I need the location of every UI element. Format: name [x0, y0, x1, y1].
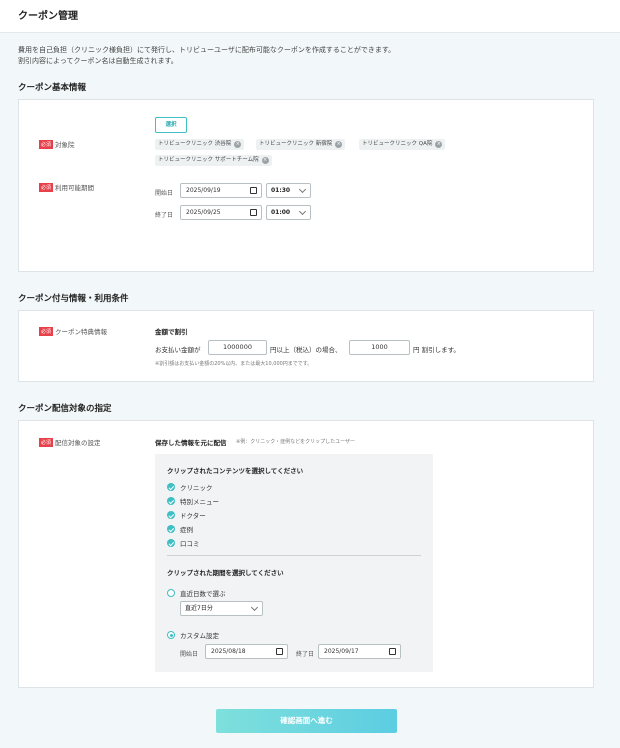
clip-settings-panel: クリップされたコンテンツを選択してください クリニック 特別メニュー ドクター …: [155, 454, 433, 672]
start-time-select[interactable]: 01:30: [266, 183, 311, 198]
custom-start-date-input[interactable]: 2025/08/18: [205, 644, 288, 659]
discount-amount-input[interactable]: 1000: [349, 340, 410, 355]
period-label: 必須 利用可能期間: [39, 183, 95, 192]
discount-type: 金額で割引: [155, 328, 188, 336]
required-badge: 必須: [39, 140, 54, 149]
content-option-case[interactable]: 症例: [180, 524, 193, 534]
check-icon[interactable]: [167, 483, 175, 491]
chevron-down-icon: [298, 185, 307, 194]
recent-label[interactable]: 直近日数で選ぶ: [180, 588, 226, 598]
check-icon[interactable]: [167, 511, 175, 519]
remove-tag-icon[interactable]: ×: [261, 157, 269, 164]
clinic-tag-qa: トリビュークリニック QA院 ×: [359, 139, 446, 150]
custom-end-date-input[interactable]: 2025/09/17: [318, 644, 401, 659]
calendar-icon: [276, 648, 283, 655]
basic-info-card: 必須 対象院 選択 トリビュークリニック 渋谷院 × トリビュークリニック 新宿院 ×…: [18, 99, 594, 272]
content-option-clinic[interactable]: クリニック: [180, 482, 213, 492]
divider: [167, 555, 421, 556]
end-time-select[interactable]: 01:00: [266, 205, 311, 220]
check-icon[interactable]: [167, 525, 175, 533]
description-line-2: 割引内容によってクーポン名は自動生成されます。: [18, 57, 178, 65]
calendar-icon: [250, 187, 257, 194]
amount-text-middle: 円以上（税込）の場合、: [270, 346, 342, 354]
chevron-down-icon: [298, 207, 307, 216]
basic-section-title: クーポン基本情報: [18, 83, 87, 93]
custom-end-label: 終了日: [296, 651, 315, 658]
period-heading: クリップされた期間を選択してください: [167, 569, 284, 577]
page-header: クーポン管理: [0, 0, 620, 33]
remove-tag-icon[interactable]: ×: [234, 141, 242, 148]
target-heading-note: ※例：クリニック・症例などをクリップしたユーザー: [236, 439, 355, 445]
start-date-label: 開始日: [155, 190, 174, 197]
benefit-card: 必須 クーポン特典情報 金額で割引 お支払い金額が 1000000 円以上（税込）…: [18, 310, 594, 382]
custom-label[interactable]: カスタム設定: [180, 630, 219, 640]
calendar-icon: [389, 648, 396, 655]
confirm-button[interactable]: 確認画面へ進む: [216, 709, 397, 733]
end-date-label: 終了日: [155, 212, 174, 219]
content-option-review[interactable]: 口コミ: [180, 538, 200, 548]
chevron-down-icon: [250, 603, 259, 612]
check-icon[interactable]: [167, 539, 175, 547]
contents-heading: クリップされたコンテンツを選択してください: [167, 467, 304, 475]
radio-recent[interactable]: [167, 589, 175, 597]
select-clinic-button[interactable]: 選択: [155, 117, 187, 133]
remove-tag-icon[interactable]: ×: [435, 141, 443, 148]
minimum-amount-input[interactable]: 1000000: [208, 340, 267, 355]
calendar-icon: [250, 209, 257, 216]
benefit-section-title: クーポン付与情報・利用条件: [18, 294, 129, 304]
custom-start-label: 開始日: [180, 651, 199, 658]
clinic-tag-support: トリビュークリニック サポートチーム院 ×: [155, 155, 272, 166]
remove-tag-icon[interactable]: ×: [335, 141, 343, 148]
recent-days-select[interactable]: 直近7日分: [180, 601, 263, 616]
end-date-input[interactable]: 2025/09/25: [180, 205, 262, 220]
content-option-doctor[interactable]: ドクター: [180, 510, 206, 520]
content-option-menu[interactable]: 特別メニュー: [180, 496, 219, 506]
radio-custom[interactable]: [167, 631, 175, 639]
description-line-1: 費用を自己負担（クリニック様負担）にて発行し、トリビューユーザに配布可能なクーポ…: [18, 46, 396, 54]
discount-note: ※割引額はお支払い金額の20%以内、または最大10,000円までです。: [155, 361, 313, 367]
target-card: 必須 配信対象の設定 保存した情報を元に配信 ※例：クリニック・症例などをクリップ…: [18, 420, 594, 688]
clinic-tag-shinjuku: トリビュークリニック 新宿院 ×: [256, 139, 346, 150]
benefit-label: 必須 クーポン特典情報: [39, 327, 108, 336]
start-date-input[interactable]: 2025/09/19: [180, 183, 262, 198]
clinic-tag-shibuya: トリビュークリニック 渋谷院 ×: [155, 139, 245, 150]
amount-text-after: 円 割引します。: [413, 346, 460, 354]
amount-text-before: お支払い金額が: [155, 346, 201, 354]
target-section-title: クーポン配信対象の指定: [18, 404, 112, 414]
target-clinic-label: 必須 対象院: [39, 140, 75, 149]
page-title: クーポン管理: [18, 11, 78, 22]
target-heading: 保存した情報を元に配信: [155, 439, 227, 447]
check-icon[interactable]: [167, 497, 175, 505]
target-label: 必須 配信対象の設定: [39, 438, 101, 447]
